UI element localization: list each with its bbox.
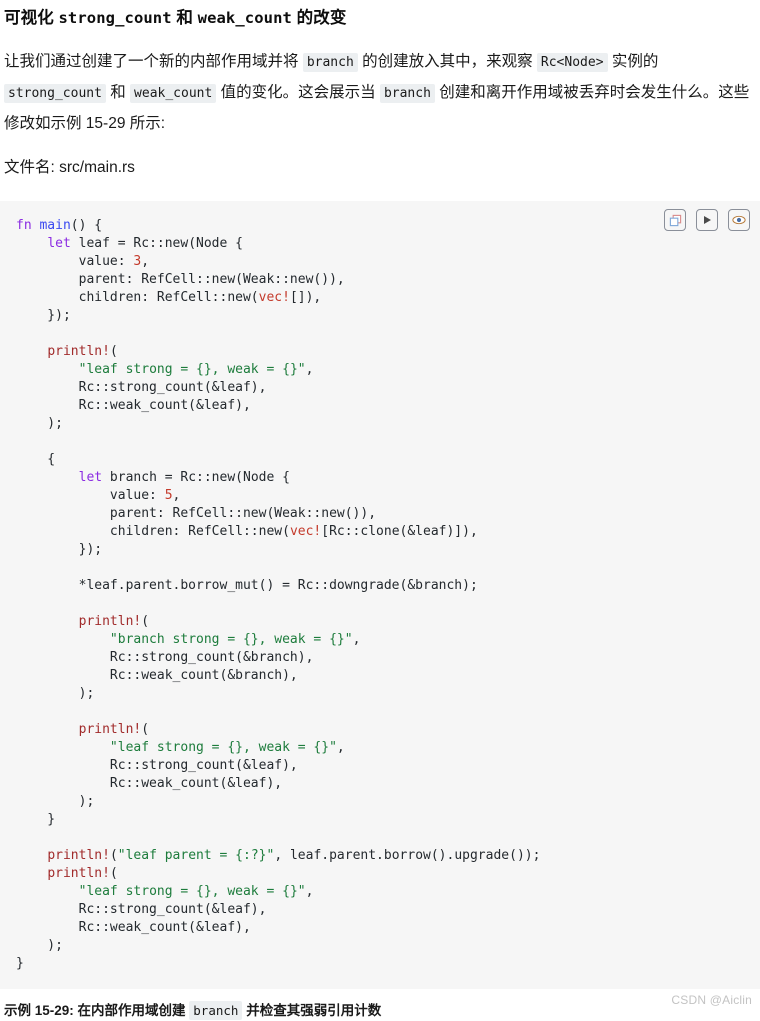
copy-button[interactable] <box>664 209 686 232</box>
inline-code-strong-count: strong_count <box>4 84 106 104</box>
intro-text-5: 值的变化。这会展示当 <box>216 84 380 102</box>
preview-button[interactable] <box>728 209 750 232</box>
intro-paragraph: 让我们通过创建了一个新的内部作用域并将 branch 的创建放入其中，来观察 R… <box>4 47 754 139</box>
caption-text-2: 并检查其强弱引用计数 <box>242 1003 382 1019</box>
filename-line: 文件名: src/main.rs <box>4 155 760 181</box>
play-icon <box>701 214 713 226</box>
eye-icon <box>732 214 746 226</box>
inline-code-rc-node: Rc<Node> <box>536 53 608 73</box>
code-toolbar <box>664 209 750 232</box>
figure-caption: 示例 15-29: 在内部作用域创建 branch 并检查其强弱引用计数 <box>4 1001 760 1021</box>
watermark: CSDN @Aiclin <box>671 993 752 1008</box>
filename-value: src/main.rs <box>59 159 135 177</box>
caption-inline-code-branch: branch <box>189 1001 243 1021</box>
intro-text-2: 的创建放入其中，来观察 <box>357 53 537 71</box>
page-title-suffix: 的改变 <box>291 9 347 27</box>
copy-icon <box>669 214 682 227</box>
inline-code-branch-2: branch <box>379 84 435 104</box>
page-title-prefix: 可视化 <box>4 9 59 27</box>
page-title-code-weak-count: weak_count <box>197 9 292 27</box>
intro-text-3: 实例的 <box>607 53 659 71</box>
intro-text-4: 和 <box>105 84 131 102</box>
intro-text-1: 让我们通过创建了一个新的内部作用域并将 <box>4 53 303 71</box>
page-title-code-strong-count: strong_count <box>58 9 172 27</box>
caption-text-1: 示例 15-29: 在内部作用域创建 <box>4 1003 190 1019</box>
page-title: 可视化 strong_count 和 weak_count 的改变 <box>4 8 760 29</box>
page-title-mid: 和 <box>171 9 198 27</box>
inline-code-weak-count: weak_count <box>130 84 217 104</box>
article-page: 可视化 strong_count 和 weak_count 的改变 让我们通过创… <box>0 8 760 1021</box>
inline-code-branch-1: branch <box>302 53 358 73</box>
run-button[interactable] <box>696 209 718 232</box>
code-content[interactable]: fn main() { let leaf = Rc::new(Node { va… <box>0 217 760 973</box>
code-lines: fn main() { let leaf = Rc::new(Node { va… <box>16 218 541 972</box>
code-block: fn main() { let leaf = Rc::new(Node { va… <box>0 201 760 990</box>
filename-label: 文件名: <box>4 159 55 177</box>
